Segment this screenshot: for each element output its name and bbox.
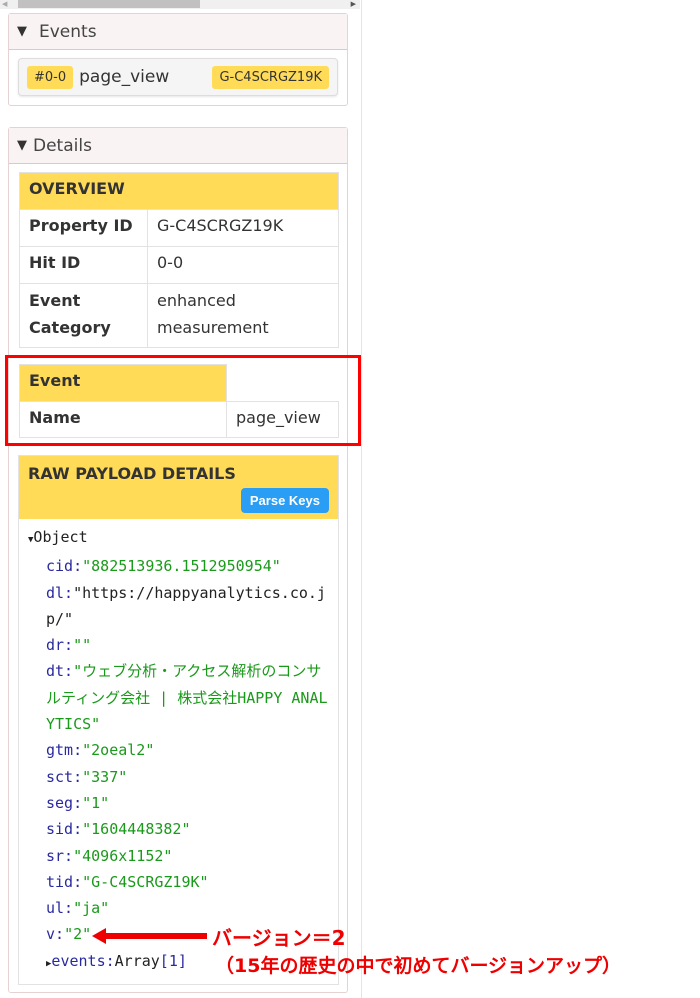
payload-field: cid:"882513936.1512950954" <box>28 553 329 579</box>
table-row: Property ID G-C4SCRGZ19K <box>19 209 339 247</box>
field-value: "4096x1152" <box>73 846 173 865</box>
payload-field: ul:"ja" <box>28 895 329 921</box>
field-key: ul: <box>46 899 74 918</box>
field-key: dl: <box>46 583 74 602</box>
field-value: "2" <box>64 925 92 944</box>
collapse-triangle-icon[interactable]: ▼ <box>17 24 27 39</box>
events-panel-header[interactable]: ▼ Events <box>9 14 347 50</box>
row-key: Event Category <box>19 283 148 348</box>
events-panel: ▼ Events #0-0 page_view G-C4SCRGZ19K <box>8 13 348 106</box>
row-value: G-C4SCRGZ19K <box>147 209 339 247</box>
scroll-left-icon[interactable]: ◀ <box>2 0 7 8</box>
field-value: "2oeal2" <box>82 741 155 760</box>
overview-header: OVERVIEW <box>19 172 339 210</box>
payload-field: sct:"337" <box>28 764 329 790</box>
field-key: dr: <box>46 636 74 655</box>
field-value: "882513936.1512950954" <box>82 557 281 576</box>
field-value: "ja" <box>73 899 110 918</box>
object-label: Object <box>33 528 88 546</box>
payload-field: tid:"G-C4SCRGZ19K" <box>28 869 329 895</box>
table-row: Hit ID 0-0 <box>19 246 339 284</box>
field-value: "" <box>73 636 92 655</box>
payload-field: dl:"https://happyanalytics.co.jp/" <box>28 580 329 633</box>
raw-payload-section: RAW PAYLOAD DETAILS Parse Keys ▼Object c… <box>18 455 339 985</box>
scrollbar-thumb[interactable] <box>18 0 200 8</box>
payload-field: dr:"" <box>28 632 329 658</box>
details-panel-header[interactable]: ▼ Details <box>9 128 347 164</box>
array-count: [1] <box>159 951 187 970</box>
field-key: tid: <box>46 872 83 891</box>
field-value: Array <box>114 951 160 970</box>
field-value: "1604448382" <box>82 820 191 839</box>
row-key: Property ID <box>19 209 148 247</box>
payload-field: sid:"1604448382" <box>28 816 329 842</box>
event-name: page_view <box>79 67 170 87</box>
field-key: cid: <box>46 557 83 576</box>
payload-field: gtm:"2oeal2" <box>28 737 329 763</box>
row-value: enhanced measurement <box>147 283 339 348</box>
annotation-line1: バージョン＝2 <box>212 926 346 950</box>
events-title: Events <box>39 21 97 42</box>
row-value: 0-0 <box>147 246 339 284</box>
field-value: "https://happyanalytics.co.jp/" <box>46 583 326 628</box>
event-item[interactable]: #0-0 page_view G-C4SCRGZ19K <box>18 58 338 96</box>
property-badge: G-C4SCRGZ19K <box>212 65 329 89</box>
highlight-box <box>5 355 361 446</box>
field-key: events: <box>51 951 115 970</box>
arrow-icon <box>92 928 207 944</box>
field-value: "1" <box>82 793 110 812</box>
raw-payload-header: RAW PAYLOAD DETAILS <box>28 464 236 483</box>
payload-tree: ▼Object cid:"882513936.1512950954" dl:"ht… <box>19 519 338 982</box>
collapse-triangle-icon[interactable]: ▼ <box>17 138 27 153</box>
payload-field: dt:"ウェブ分析・アクセス解析のコンサルティング会社 | 株式会社HAPPY … <box>28 658 329 737</box>
table-row: Event Category enhanced measurement <box>19 283 339 348</box>
parse-keys-button[interactable]: Parse Keys <box>240 488 329 513</box>
scroll-right-icon[interactable]: ▶ <box>351 0 356 8</box>
field-value: "ウェブ分析・アクセス解析のコンサルティング会社 | 株式会社HAPPY ANA… <box>46 662 328 734</box>
divider <box>361 0 362 998</box>
payload-field: seg:"1" <box>28 790 329 816</box>
horizontal-scrollbar[interactable]: ◀ ▶ <box>0 0 360 9</box>
event-index-badge: #0-0 <box>27 65 74 89</box>
payload-field: sr:"4096x1152" <box>28 843 329 869</box>
field-key: gtm: <box>46 741 83 760</box>
field-value: "G-C4SCRGZ19K" <box>82 872 209 891</box>
overview-table: OVERVIEW Property ID G-C4SCRGZ19K Hit ID 0… <box>19 172 339 348</box>
row-key: Hit ID <box>19 246 148 284</box>
field-key: sr: <box>46 846 74 865</box>
field-value: "337" <box>82 767 128 786</box>
annotation-line2: （15年の歴史の中で初めてバージョンアップ） <box>215 955 622 977</box>
details-title: Details <box>33 135 92 156</box>
field-key: dt: <box>46 662 74 681</box>
object-root[interactable]: ▼Object <box>28 524 329 553</box>
field-key: sct: <box>46 767 83 786</box>
field-key: seg: <box>46 793 83 812</box>
field-key: v: <box>46 925 65 944</box>
field-key: sid: <box>46 820 83 839</box>
